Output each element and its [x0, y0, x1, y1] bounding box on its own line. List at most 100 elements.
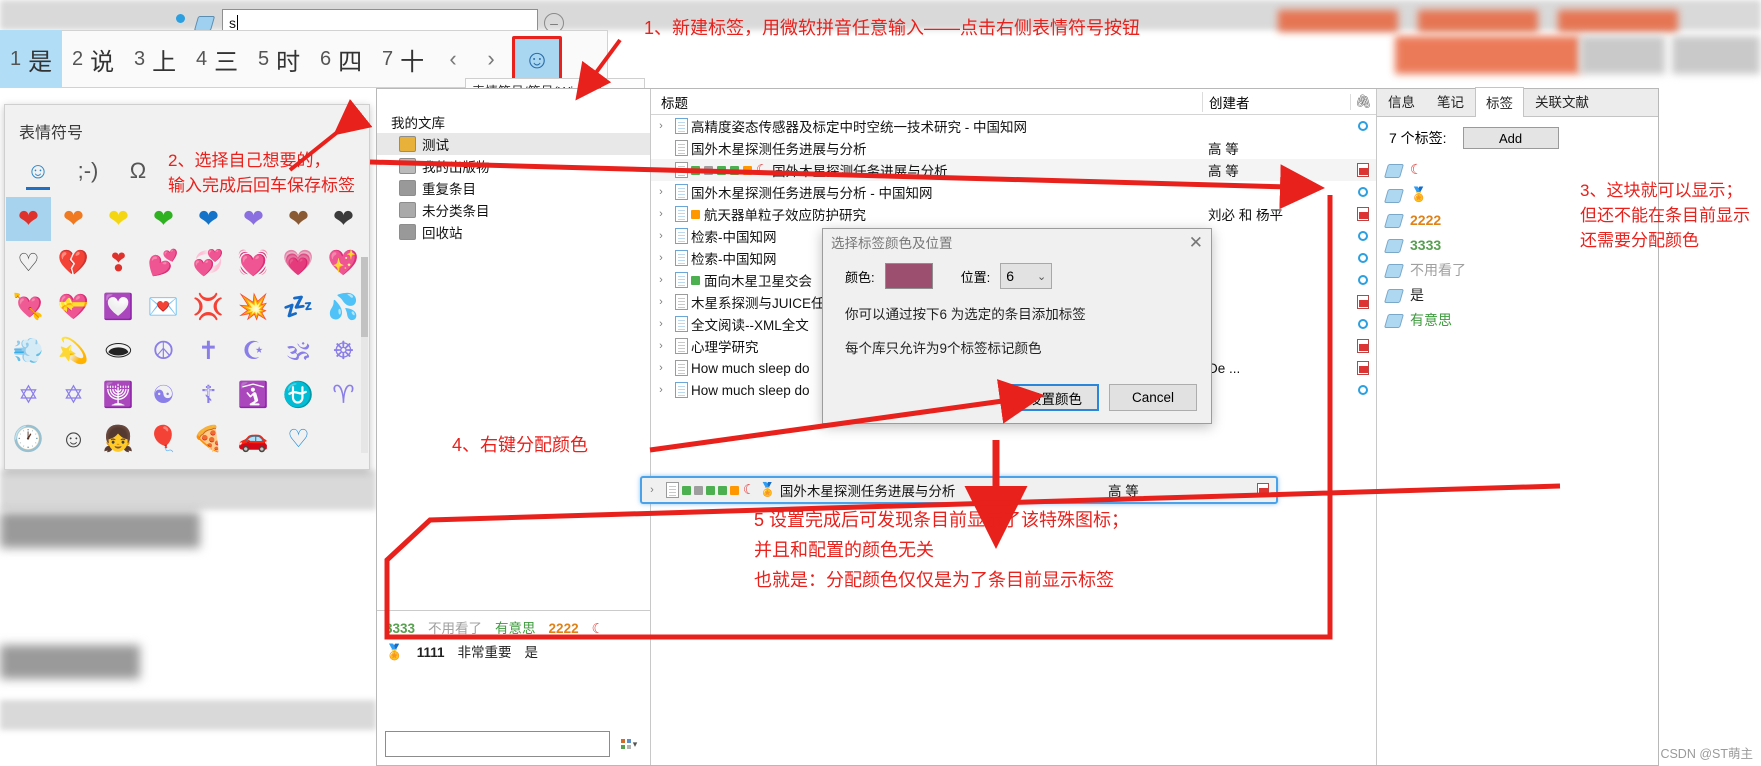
emoji-cell[interactable]: 💝 [51, 285, 96, 329]
emoji-cell[interactable]: ♡ [6, 241, 51, 285]
collection-item-2[interactable]: 我的出版物 [377, 155, 650, 177]
emoji-cell[interactable]: 🕎 [96, 373, 141, 417]
emoji-cell[interactable]: 🎈 [141, 417, 186, 461]
add-tag-button[interactable]: Add [1462, 127, 1559, 149]
emoji-cell[interactable]: 💦 [321, 285, 366, 329]
position-select[interactable]: 6 ⌄ [1000, 263, 1053, 289]
tag-selector-tag[interactable]: 🏅 [385, 641, 404, 665]
attachment-icon[interactable]: 🖇 [1350, 93, 1376, 110]
emoji-cell[interactable]: 🕉 [276, 329, 321, 373]
tab-tags[interactable]: 标签 [1475, 87, 1524, 117]
tag-selector-tag[interactable]: 非常重要 [458, 641, 512, 665]
row-twisty-icon[interactable]: › [651, 186, 671, 198]
emoji-cell[interactable]: ❤ [231, 197, 276, 241]
table-row[interactable]: 国外木星探测任务进展与分析 高 等 [651, 137, 1376, 159]
row-twisty-icon[interactable]: › [651, 296, 671, 308]
emoji-cell[interactable]: ❤ [141, 197, 186, 241]
emoji-cell[interactable]: ☸ [321, 329, 366, 373]
tag-selector-tag[interactable]: 不用看了 [428, 617, 482, 641]
row-twisty-icon[interactable]: › [651, 252, 671, 264]
emoji-cell[interactable]: ♈ [321, 373, 366, 417]
row-twisty-icon[interactable]: › [651, 164, 671, 176]
ime-candidate-5[interactable]: 5 时 [248, 30, 310, 88]
emoji-cell[interactable]: 💥 [231, 285, 276, 329]
row-twisty-icon[interactable]: › [651, 362, 671, 374]
emoji-cell[interactable]: ☪ [231, 329, 276, 373]
emoji-cell[interactable]: 💖 [321, 241, 366, 285]
row-twisty-icon[interactable]: › [651, 340, 671, 352]
table-row[interactable]: › 高精度姿态传感器及标定中时空统一技术研究 - 中国知网 [651, 115, 1376, 137]
color-swatch[interactable] [884, 263, 933, 289]
tag-options-icon[interactable]: ▾ [616, 733, 642, 755]
emoji-cell[interactable]: 💕 [141, 241, 186, 285]
collection-item-0[interactable]: 我的文库 [377, 111, 650, 133]
emoji-cell[interactable]: ❤ [51, 197, 96, 241]
column-header-title[interactable]: 标题 [651, 92, 1202, 112]
emoji-picker-button[interactable]: ☺ [512, 36, 562, 82]
tab-related[interactable]: 关联文献 [1524, 86, 1600, 116]
row-twisty-icon[interactable]: › [651, 274, 671, 286]
emoji-cell[interactable]: ♡ [276, 417, 321, 461]
ime-candidate-4[interactable]: 4 三 [186, 30, 248, 88]
ime-candidate-2[interactable]: 2 说 [62, 30, 124, 88]
tag-selector-tag[interactable]: 3333 [385, 617, 415, 641]
item-tag-row[interactable]: 有意思 [1385, 307, 1658, 332]
emoji-cell[interactable]: ✡ [51, 373, 96, 417]
emoji-cell[interactable]: ☯ [141, 373, 186, 417]
emoji-cell[interactable]: ❣ [96, 241, 141, 285]
collection-item-1[interactable]: 测试 [377, 133, 650, 155]
emoji-category-kaomoji[interactable]: ;-) [65, 151, 111, 191]
emoji-category-symbols[interactable]: Ω [115, 151, 161, 191]
emoji-cell[interactable]: 💌 [141, 285, 186, 329]
emoji-cell[interactable]: 💘 [6, 285, 51, 329]
collection-item-3[interactable]: 重复条目 [377, 177, 650, 199]
highlighted-item-row[interactable]: › ☾ 🏅 国外木星探测任务进展与分析 高 等 [640, 476, 1278, 504]
row-twisty-icon[interactable]: › [651, 318, 671, 330]
tag-selector-search-input[interactable] [385, 731, 610, 757]
tag-selector-tag[interactable]: 1111 [417, 641, 445, 665]
emoji-cell[interactable]: 💫 [51, 329, 96, 373]
emoji-cell[interactable]: ❤ [186, 197, 231, 241]
emoji-cell[interactable]: ❤ [96, 197, 141, 241]
collection-item-4[interactable]: 未分类条目 [377, 199, 650, 221]
table-row[interactable]: › ☾ 国外木星探测任务进展与分析高 等 [651, 159, 1376, 181]
emoji-cell[interactable]: 👧 [96, 417, 141, 461]
row-twisty-icon[interactable]: › [651, 230, 671, 242]
tab-notes[interactable]: 笔记 [1426, 86, 1475, 116]
ime-candidate-6[interactable]: 6 四 [310, 30, 372, 88]
row-twisty-icon[interactable]: › [651, 384, 671, 396]
cancel-button[interactable]: Cancel [1109, 384, 1197, 411]
emoji-cell[interactable]: 💞 [186, 241, 231, 285]
emoji-cell[interactable]: 🕐 [6, 417, 51, 461]
emoji-cell[interactable]: 🍕 [186, 417, 231, 461]
emoji-cell[interactable]: ⛎ [276, 373, 321, 417]
emoji-cell[interactable]: ❤ [6, 197, 51, 241]
emoji-cell[interactable]: 💟 [96, 285, 141, 329]
tag-selector-tag[interactable]: 有意思 [495, 617, 536, 641]
close-icon[interactable]: ✕ [1189, 233, 1203, 253]
emoji-cell[interactable]: 🚗 [231, 417, 276, 461]
table-row[interactable]: › 航天器单粒子效应防护研究 刘必 和 杨平 [651, 203, 1376, 225]
close-icon[interactable]: ✕ [342, 113, 359, 138]
emoji-cell[interactable]: 💤 [276, 285, 321, 329]
emoji-cell[interactable]: ☦ [186, 373, 231, 417]
tab-info[interactable]: 信息 [1377, 86, 1426, 116]
row-twisty-icon[interactable]: › [651, 208, 671, 220]
emoji-category-emoji[interactable]: ☺ [15, 151, 61, 191]
emoji-cell[interactable]: 💔 [51, 241, 96, 285]
emoji-cell[interactable]: 💗 [276, 241, 321, 285]
emoji-scrollbar[interactable] [361, 257, 368, 453]
tag-selector-tag[interactable]: 是 [525, 641, 539, 665]
column-header-creator[interactable]: 创建者 [1202, 91, 1350, 112]
item-tag-row[interactable]: 不用看了 [1385, 257, 1658, 282]
emoji-cell[interactable]: 🕳 [96, 329, 141, 373]
tag-selector-tag[interactable]: ☾ [592, 617, 604, 641]
emoji-cell[interactable]: 🛐 [231, 373, 276, 417]
emoji-cell[interactable]: ✝ [186, 329, 231, 373]
ime-candidate-3[interactable]: 3 上 [124, 30, 186, 88]
emoji-cell[interactable]: ❤ [276, 197, 321, 241]
row-twisty-icon[interactable]: › [642, 484, 662, 496]
ime-candidate-1[interactable]: 1 是 [0, 30, 62, 88]
emoji-cell[interactable]: 💨 [6, 329, 51, 373]
emoji-cell[interactable]: 💓 [231, 241, 276, 285]
